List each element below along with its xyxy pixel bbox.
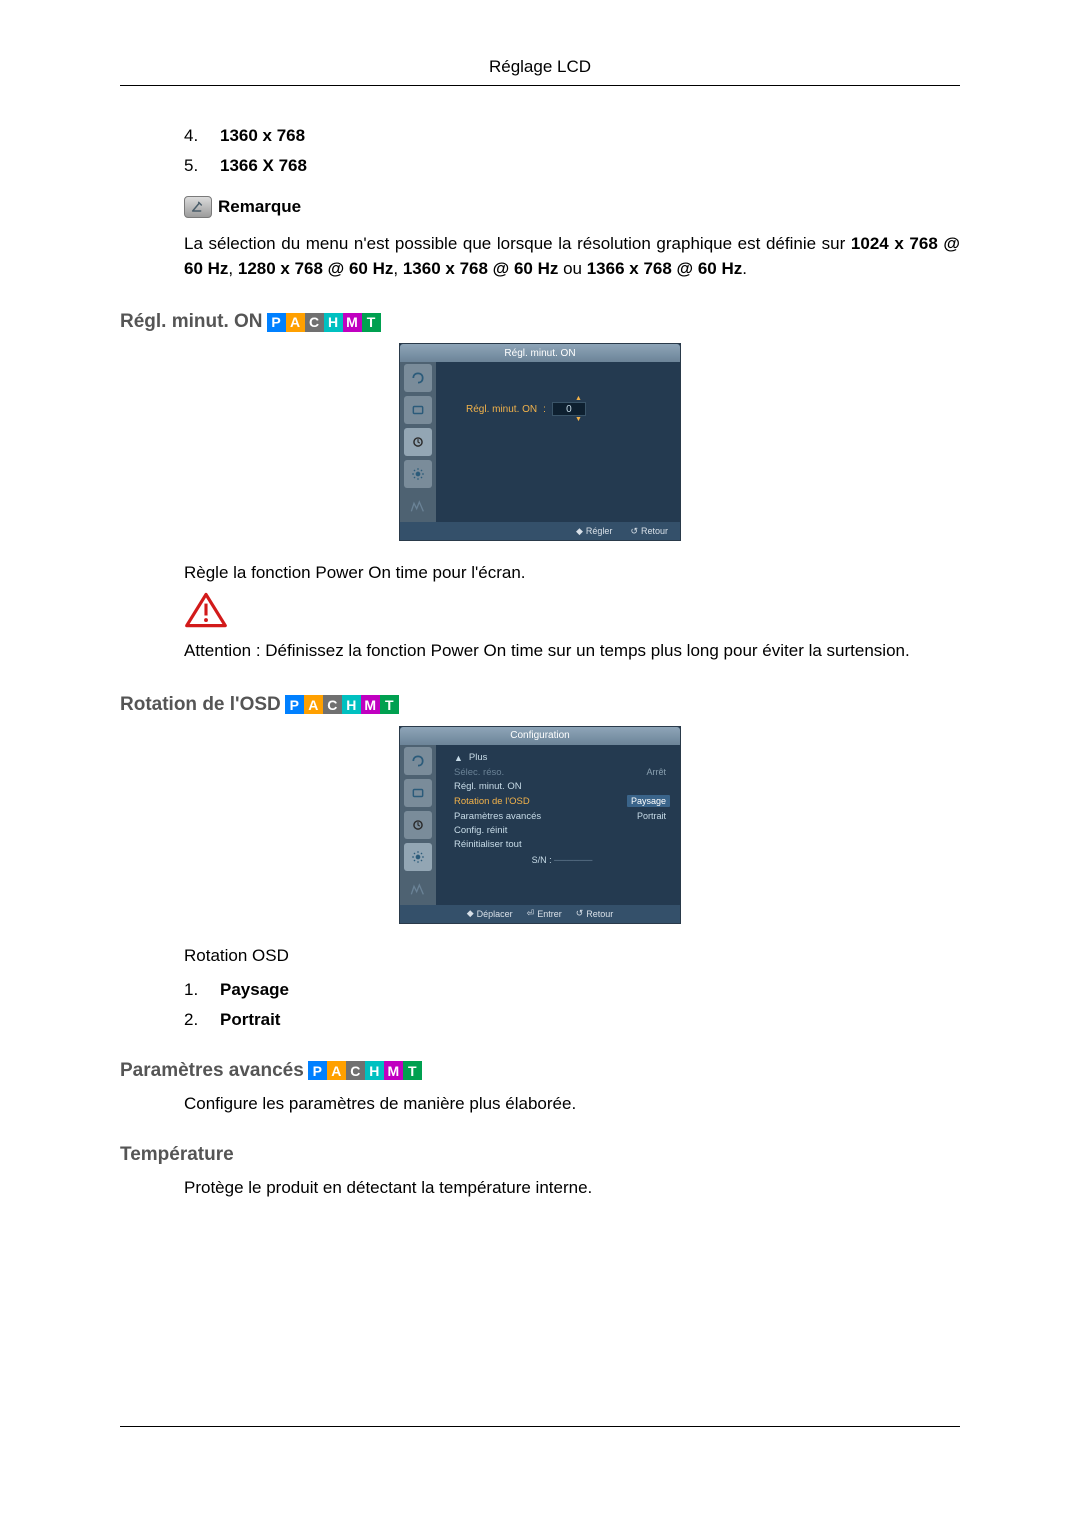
osd-side-icon xyxy=(404,396,432,424)
list-number: 2. xyxy=(184,1010,220,1030)
list-number: 1. xyxy=(184,980,220,1000)
osd-title: Régl. minut. ON xyxy=(400,344,680,362)
list-item: 2. Portrait xyxy=(184,1010,960,1030)
osd-menu-row: ▲Plus xyxy=(454,751,670,765)
osd-side-icon xyxy=(404,875,432,903)
osd-field-value: ▲ 0 ▼ xyxy=(552,402,586,416)
list-number: 4. xyxy=(184,126,220,146)
osd-side-icon xyxy=(404,843,432,871)
badge-m-icon: M xyxy=(343,313,362,332)
osd-footer: ◆Régler ↺Retour xyxy=(400,522,680,540)
section-description: Configure les paramètres de manière plus… xyxy=(184,1094,960,1114)
osd-footer: ◆Déplacer ⏎Entrer ↺Retour xyxy=(400,905,680,923)
osd-sidebar xyxy=(400,362,436,522)
note-bold: 1366 x 768 @ 60 Hz xyxy=(587,259,743,278)
section-heading-rotation-osd: Rotation de l'OSD P A C H M T xyxy=(120,694,960,716)
list-number: 5. xyxy=(184,156,220,176)
enter-icon: ⏎ xyxy=(527,908,535,919)
badge-c-icon: C xyxy=(323,695,342,714)
list-item: 4. 1360 x 768 xyxy=(184,126,960,146)
osd-footer-hint: ↺Retour xyxy=(630,526,668,537)
badge-row: P A C H M T xyxy=(308,1061,422,1080)
osd-field: Régl. minut. ON : ▲ 0 ▼ xyxy=(466,402,670,416)
badge-t-icon: T xyxy=(403,1061,422,1080)
osd-menu-row: Paramètres avancésPortrait xyxy=(454,809,670,824)
return-icon: ↺ xyxy=(576,908,584,919)
up-arrow-icon: ▲ xyxy=(575,396,582,401)
list-text: 1366 X 768 xyxy=(220,156,307,176)
osd-side-icon xyxy=(404,779,432,807)
badge-p-icon: P xyxy=(308,1061,327,1080)
note-icon xyxy=(184,196,212,218)
warning-text: Attention : Définissez la fonction Power… xyxy=(184,639,960,664)
note-label: Remarque xyxy=(218,197,301,217)
osd-menu-row: Sélec. réso.Arrêt xyxy=(454,765,670,780)
badge-c-icon: C xyxy=(305,313,324,332)
heading-text: Paramètres avancés xyxy=(120,1060,304,1082)
section-caption: Rotation OSD xyxy=(184,946,960,966)
list-text: Paysage xyxy=(220,980,289,1000)
page-title: Réglage LCD xyxy=(120,57,960,86)
badge-t-icon: T xyxy=(380,695,399,714)
note-bold: 1360 x 768 @ 60 Hz xyxy=(403,259,559,278)
heading-text: Température xyxy=(120,1144,234,1166)
osd-footer-hint: ◆Déplacer xyxy=(467,908,513,919)
list-item: 5. 1366 X 768 xyxy=(184,156,960,176)
badge-a-icon: A xyxy=(286,313,305,332)
badge-row: P A C H M T xyxy=(285,695,399,714)
osd-screenshot-1: Régl. minut. ON Régl. minut. ON : ▲ 0 ▼ xyxy=(399,343,681,541)
heading-text: Rotation de l'OSD xyxy=(120,694,281,716)
note-heading: Remarque xyxy=(184,196,960,218)
list-item: 1. Paysage xyxy=(184,980,960,1000)
osd-footer-hint: ◆Régler xyxy=(576,526,612,537)
badge-t-icon: T xyxy=(362,313,381,332)
osd-field-label: Régl. minut. ON xyxy=(466,404,537,415)
osd-side-icon xyxy=(404,492,432,520)
badge-a-icon: A xyxy=(304,695,323,714)
up-arrow-icon: ▲ xyxy=(454,753,463,763)
badge-p-icon: P xyxy=(285,695,304,714)
badge-m-icon: M xyxy=(384,1061,403,1080)
osd-menu-row: Réinitialiser tout xyxy=(454,838,670,852)
osd-side-icon xyxy=(404,364,432,392)
badge-a-icon: A xyxy=(327,1061,346,1080)
section-heading-temperature: Température xyxy=(120,1144,960,1166)
note-bold: 1280 x 768 @ 60 Hz xyxy=(238,259,394,278)
heading-text: Régl. minut. ON xyxy=(120,311,263,333)
osd-footer-hint: ⏎Entrer xyxy=(527,908,562,919)
down-arrow-icon: ▼ xyxy=(575,417,582,422)
badge-row: P A C H M T xyxy=(267,313,381,332)
list-text: Portrait xyxy=(220,1010,280,1030)
section-heading-parametres-avances: Paramètres avancés P A C H M T xyxy=(120,1060,960,1082)
badge-m-icon: M xyxy=(361,695,380,714)
badge-c-icon: C xyxy=(346,1061,365,1080)
osd-menu-row: Régl. minut. ON xyxy=(454,780,670,794)
osd-menu-row: Config. réinit xyxy=(454,824,670,838)
updown-icon: ◆ xyxy=(576,526,583,537)
osd-side-icon xyxy=(404,747,432,775)
badge-h-icon: H xyxy=(324,313,343,332)
warning-icon xyxy=(184,591,228,629)
osd-footer-hint: ↺Retour xyxy=(576,908,614,919)
return-icon: ↺ xyxy=(630,526,638,537)
list-text: 1360 x 768 xyxy=(220,126,305,146)
osd-side-icon xyxy=(404,811,432,839)
section-heading-regl-minut: Régl. minut. ON P A C H M T xyxy=(120,311,960,333)
osd-menu-row-selected: Rotation de l'OSDPaysage xyxy=(454,794,670,809)
note-body: La sélection du menu n'est possible que … xyxy=(184,232,960,281)
note-text: La sélection du menu n'est possible que … xyxy=(184,234,851,253)
badge-h-icon: H xyxy=(365,1061,384,1080)
osd-side-icon xyxy=(404,460,432,488)
section-description: Règle la fonction Power On time pour l'é… xyxy=(184,563,960,583)
section-description: Protège le produit en détectant la tempé… xyxy=(184,1178,960,1198)
updown-icon: ◆ xyxy=(467,908,474,919)
osd-side-icon xyxy=(404,428,432,456)
footer-rule xyxy=(120,1426,960,1427)
osd-serial: S/N : ────── xyxy=(454,852,670,866)
osd-screenshot-2: Configuration ▲Plus Sélec. réso.Arrêt Ré… xyxy=(399,726,681,924)
osd-title: Configuration xyxy=(400,727,680,745)
badge-p-icon: P xyxy=(267,313,286,332)
osd-sidebar xyxy=(400,745,436,905)
badge-h-icon: H xyxy=(342,695,361,714)
